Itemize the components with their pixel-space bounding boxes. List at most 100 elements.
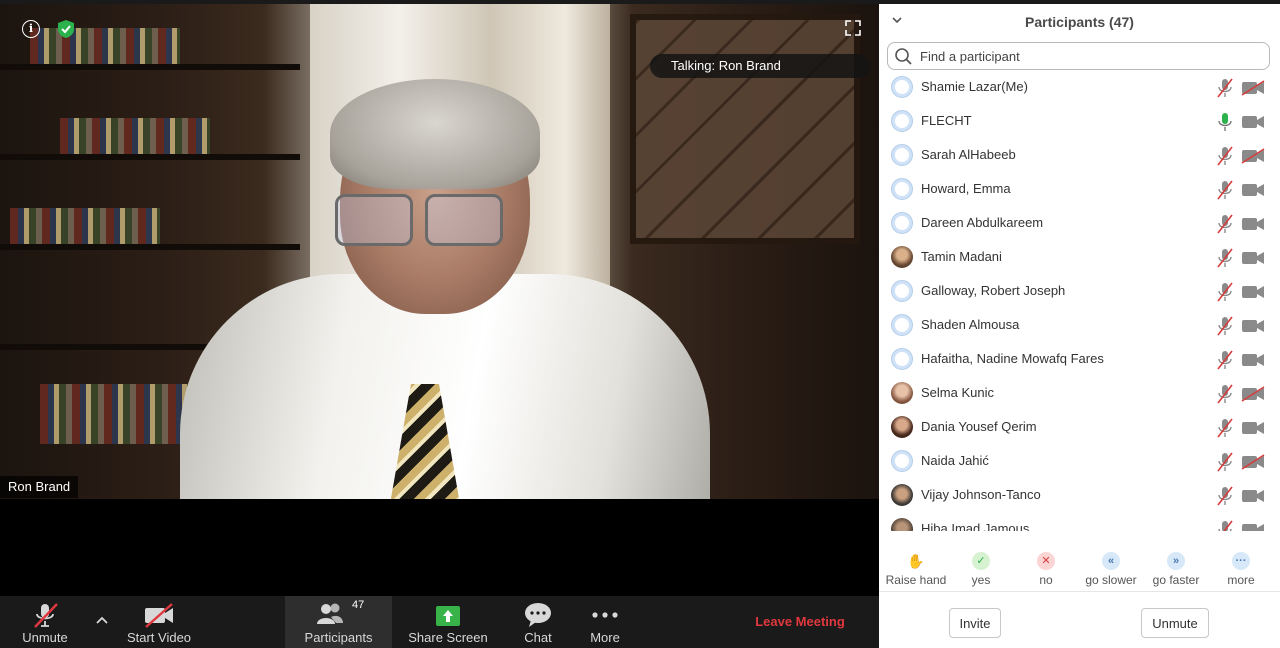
avatar — [891, 518, 913, 531]
go-slower-button[interactable]: « go slower — [1076, 540, 1146, 587]
speaker-glasses-left — [335, 194, 413, 246]
participant-row[interactable]: Dareen Abdulkareem — [879, 206, 1280, 240]
share-screen-button[interactable]: Share Screen — [404, 596, 492, 648]
unmute-label: Unmute — [22, 630, 68, 645]
leave-meeting-button[interactable]: Leave Meeting — [752, 596, 848, 648]
participant-search[interactable] — [887, 42, 1270, 70]
more-dots-icon: ··· — [1232, 552, 1250, 570]
participant-row[interactable]: Hiba Imad Jamous — [879, 512, 1280, 531]
no-button[interactable]: ✕ no — [1011, 540, 1081, 587]
meeting-info-icon[interactable]: i — [22, 20, 40, 38]
participant-row[interactable]: Galloway, Robert Joseph — [879, 274, 1280, 308]
start-video-button[interactable]: Start Video — [118, 596, 200, 648]
participants-count-badge: 47 — [352, 599, 365, 611]
mic-muted-icon[interactable] — [1216, 248, 1234, 268]
yes-button[interactable]: ✓ yes — [946, 540, 1016, 587]
avatar — [891, 110, 913, 132]
mic-muted-icon[interactable] — [1216, 452, 1234, 472]
go-slower-label: go slower — [1085, 573, 1137, 587]
mic-muted-icon[interactable] — [1216, 180, 1234, 200]
video-on-icon[interactable] — [1241, 182, 1265, 198]
video-on-icon[interactable] — [1241, 488, 1265, 504]
mic-muted-icon[interactable] — [1216, 146, 1234, 166]
mic-muted-icon[interactable] — [1216, 486, 1234, 506]
fullscreen-icon[interactable] — [845, 20, 861, 36]
participant-row[interactable]: Tamin Madani — [879, 240, 1280, 274]
participant-name: Shaden Almousa — [921, 317, 1020, 332]
go-faster-icon: » — [1167, 552, 1185, 570]
participant-list[interactable]: Shamie Lazar(Me) FLECHT Sarah AlHabeeb Howa… — [879, 70, 1280, 531]
video-off-icon[interactable] — [1241, 80, 1265, 96]
go-faster-button[interactable]: » go faster — [1141, 540, 1211, 587]
video-on-icon[interactable] — [1241, 284, 1265, 300]
unmute-button[interactable]: Unmute — [10, 596, 80, 648]
video-off-icon[interactable] — [1241, 386, 1265, 402]
participant-row[interactable]: FLECHT — [879, 104, 1280, 138]
speaker-glasses-right — [425, 194, 503, 246]
encryption-shield-icon[interactable] — [57, 19, 75, 39]
more-button[interactable]: More — [582, 596, 628, 648]
video-stage: i Talking: Ron Brand Ron Brand — [0, 0, 879, 596]
glass-cabinet — [630, 14, 860, 244]
video-on-icon[interactable] — [1241, 318, 1265, 334]
participant-name: Dareen Abdulkareem — [921, 215, 1044, 230]
mic-muted-icon[interactable] — [1216, 316, 1234, 336]
unmute-me-button[interactable]: Unmute — [1141, 608, 1209, 638]
avatar — [891, 144, 913, 166]
participant-name: Naida Jahić — [921, 453, 989, 468]
participant-row[interactable]: Dania Yousef Qerim — [879, 410, 1280, 444]
participant-name: Shamie Lazar(Me) — [921, 79, 1028, 94]
mic-muted-icon[interactable] — [1216, 282, 1234, 302]
raise-hand-button[interactable]: ✋ Raise hand — [881, 540, 951, 587]
chat-icon — [525, 603, 551, 627]
participant-row[interactable]: Sarah AlHabeeb — [879, 138, 1280, 172]
participants-panel: Participants (47) Shamie Lazar(Me) FLECHT… — [879, 0, 1280, 648]
mic-muted-icon[interactable] — [1216, 350, 1234, 370]
participant-row[interactable]: Vijay Johnson-Tanco — [879, 478, 1280, 512]
video-off-icon[interactable] — [1241, 454, 1265, 470]
shelf — [0, 64, 300, 70]
avatar — [891, 348, 913, 370]
video-on-icon[interactable] — [1241, 114, 1265, 130]
mic-muted-icon[interactable] — [1216, 384, 1234, 404]
share-screen-icon — [436, 606, 460, 626]
video-on-icon[interactable] — [1241, 420, 1265, 436]
video-off-icon[interactable] — [1241, 148, 1265, 164]
mic-muted-icon[interactable] — [1216, 520, 1234, 531]
participants-button[interactable]: 47 Participants — [285, 596, 392, 648]
participant-row[interactable]: Selma Kunic — [879, 376, 1280, 410]
video-on-icon[interactable] — [1241, 250, 1265, 266]
video-on-icon[interactable] — [1241, 522, 1265, 531]
participant-row[interactable]: Naida Jahić — [879, 444, 1280, 478]
mic-muted-icon[interactable] — [1216, 418, 1234, 438]
mic-muted-icon[interactable] — [1216, 214, 1234, 234]
search-input[interactable] — [920, 46, 1260, 66]
chat-label: Chat — [524, 630, 552, 645]
video-off-icon — [145, 603, 173, 628]
yes-label: yes — [971, 573, 991, 587]
participant-name: Vijay Johnson-Tanco — [921, 487, 1041, 502]
reactions-bar: ✋ Raise hand ✓ yes ✕ no « go slower » go… — [879, 540, 1280, 592]
chat-button[interactable]: Chat — [515, 596, 561, 648]
participant-row[interactable]: Hafaitha, Nadine Mowafq Fares — [879, 342, 1280, 376]
avatar — [891, 178, 913, 200]
participants-label: Participants — [304, 630, 373, 645]
muted-mic-icon — [34, 603, 58, 628]
start-video-label: Start Video — [126, 630, 192, 645]
go-slower-icon: « — [1102, 552, 1120, 570]
participant-name: Dania Yousef Qerim — [921, 419, 1037, 434]
participant-row[interactable]: Shamie Lazar(Me) — [879, 70, 1280, 104]
video-on-icon[interactable] — [1241, 216, 1265, 232]
audio-options-caret-icon[interactable] — [94, 612, 110, 628]
video-on-icon[interactable] — [1241, 352, 1265, 368]
more-reactions-button[interactable]: ··· more — [1206, 540, 1276, 587]
mic-on-icon[interactable] — [1216, 112, 1234, 132]
participant-name: Selma Kunic — [921, 385, 994, 400]
mic-muted-icon[interactable] — [1216, 78, 1234, 98]
invite-button[interactable]: Invite — [949, 608, 1001, 638]
participant-row[interactable]: Shaden Almousa — [879, 308, 1280, 342]
active-speaker-video[interactable] — [0, 4, 879, 499]
participant-row[interactable]: Howard, Emma — [879, 172, 1280, 206]
go-faster-label: go faster — [1152, 573, 1200, 587]
avatar — [891, 382, 913, 404]
